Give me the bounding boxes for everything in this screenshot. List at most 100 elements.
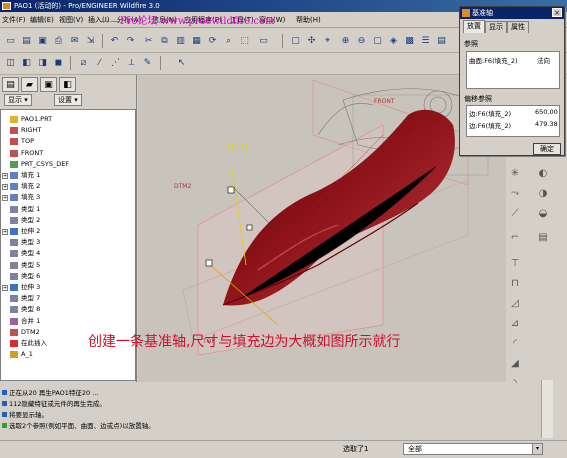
close-icon[interactable]: × [552,8,562,17]
datum-points-toggle-icon[interactable]: ⋰ [108,56,123,70]
tool-icon[interactable]: ▤ [534,229,552,246]
layers-icon[interactable]: ☰ [418,34,433,48]
undo-icon[interactable]: ↶ [107,34,122,48]
hidden-line-icon[interactable]: ◧ [19,56,34,70]
shell-icon[interactable]: ⊓ [506,275,524,292]
zoom-in-icon[interactable]: ⊕ [338,34,353,48]
expand-icon[interactable]: + [2,195,8,202]
chevron-down-icon[interactable]: ▾ [532,444,542,454]
reference-name[interactable]: 曲面:F6(填充_2) [469,55,518,65]
orient-icon[interactable]: ⌖ [320,34,335,48]
cut-icon[interactable]: ✂ [141,34,156,48]
message-scrollbar[interactable] [541,380,553,438]
message-line: 选取2个参照(例如平面、曲面、边或点)以放置轴。 [2,420,155,430]
view-manager-icon[interactable]: ▤ [434,34,449,48]
drag-handle[interactable] [227,186,235,194]
wireframe-icon[interactable]: ◫ [3,56,18,70]
zoom-out-icon[interactable]: ⊖ [354,34,369,48]
style-icon [10,216,18,224]
menu-help[interactable]: 帮助(H) [296,15,321,25]
menu-file[interactable]: 文件(F) [2,15,26,25]
favorites-tab-icon[interactable]: ▣ [40,77,57,92]
ok-button[interactable]: 确定 [533,143,561,155]
open-icon[interactable]: ▤ [19,34,34,48]
tree-item-label: RIGHT [21,126,42,135]
print-icon[interactable]: ⎙ [51,34,66,48]
chamfer-icon[interactable]: ◢ [506,355,524,372]
new-icon[interactable]: ▭ [3,34,18,48]
round-icon[interactable]: ◜ [506,335,524,352]
select-box-icon[interactable]: ⬚ [237,34,252,48]
tree-item-label: TOP [21,137,35,146]
no-hidden-icon[interactable]: ◨ [35,56,50,70]
paste-special-icon[interactable]: ▦ [189,34,204,48]
csys-toggle-icon[interactable]: ⟂ [124,56,139,70]
drag-handle[interactable] [246,224,253,231]
datum-axis-icon[interactable]: ⟋ [506,205,524,222]
copy-icon[interactable]: ⧉ [157,34,172,48]
menu-view[interactable]: 视图(V) [59,15,83,25]
tool-icon[interactable]: ◐ [534,165,552,182]
expand-icon[interactable]: + [2,173,8,179]
repaint-icon[interactable]: ▢ [288,34,303,48]
menu-edit[interactable]: 编辑(E) [30,15,54,25]
rib-icon[interactable]: ◿ [506,295,524,312]
tool-icon[interactable]: ◒ [534,205,552,222]
email-icon[interactable]: ✉ [67,34,82,48]
datum-planes-toggle-icon[interactable]: ⧄ [76,56,91,70]
saved-views-icon[interactable]: ▩ [402,34,417,48]
reorient-icon[interactable]: ◈ [386,34,401,48]
draft-icon[interactable]: ⊿ [506,315,524,332]
datum-curve-icon[interactable]: ⤳ [506,185,524,202]
paste-icon[interactable]: ▥ [173,34,188,48]
sketch-icon[interactable]: ⌐ [506,229,524,246]
reference-type[interactable]: 法向 [537,55,550,65]
message-area: 正在从20 再生PAO1特征20 ... 112隐藏特征或元件的再生完成。 将要… [0,383,540,438]
shading-icon[interactable]: ◼ [51,56,66,70]
show-dropdown[interactable]: 显示 ▾ [4,94,32,106]
offset-ref-value[interactable]: 650.00 [535,108,558,116]
offset-ref-name[interactable]: 边:F6(填充_2) [469,108,511,118]
offset-references-list[interactable]: 边:F6(填充_2) 650.00 边:F6(填充_2) 479.38 [466,105,560,137]
style-icon [10,272,18,280]
expand-icon[interactable]: + [2,184,8,191]
model-tree-tab-icon[interactable]: ▤ [2,77,19,92]
datum-point-icon[interactable]: ✳ [506,165,524,182]
tree-item-label: 拉伸 3 [21,283,41,291]
connections-tab-icon[interactable]: ◧ [59,77,76,92]
references-list[interactable]: 曲面:F6(填充_2) 法向 [466,51,560,89]
drag-handle[interactable] [205,259,213,267]
select-filter-icon[interactable]: ▭ [256,34,271,48]
navigator-tabs: ▤ ▰ ▣ ◧ [2,75,135,93]
spin-center-icon[interactable]: ✣ [304,34,319,48]
datum-axes-toggle-icon[interactable]: ⁄ [92,56,107,70]
tab-display[interactable]: 显示 [485,21,507,33]
selection-filter[interactable]: 全部 ▾ [403,443,543,455]
save-icon[interactable]: ▣ [35,34,50,48]
folder-browser-tab-icon[interactable]: ▰ [21,77,38,92]
tab-placement[interactable]: 放置 [463,20,485,33]
hole-icon[interactable]: ⊤ [506,255,524,272]
tree-item-label: 类型 3 [21,238,41,247]
offset-ref-name[interactable]: 边:F6(填充_2) [469,120,511,130]
refit-icon[interactable]: ▢ [370,34,385,48]
regenerate-icon[interactable]: ⟳ [205,34,220,48]
label-dimension[interactable]: 479.38 [226,143,249,151]
tree-options-bar: 显示 ▾ 设置 ▾ [2,93,135,107]
insert-here-icon [10,340,18,347]
annotation-toggle-icon[interactable]: ✎ [140,56,155,70]
expand-icon[interactable]: + [2,285,8,291]
offset-ref-value[interactable]: 479.38 [535,120,558,128]
whats-this-icon[interactable]: ↖ [174,56,189,70]
redo-icon[interactable]: ↷ [123,34,138,48]
csys-icon [10,160,18,168]
tool-icon[interactable]: ◑ [534,185,552,202]
tree-item-label: 拉伸 2 [21,227,41,235]
settings-dropdown[interactable]: 设置 ▾ [54,94,82,106]
send-icon[interactable]: ⇲ [83,34,98,48]
merge-icon [10,317,18,325]
tab-properties[interactable]: 属性 [507,21,529,33]
expand-icon[interactable]: + [2,229,8,235]
search-icon[interactable]: ⌕ [221,34,236,48]
style-icon [10,205,18,213]
